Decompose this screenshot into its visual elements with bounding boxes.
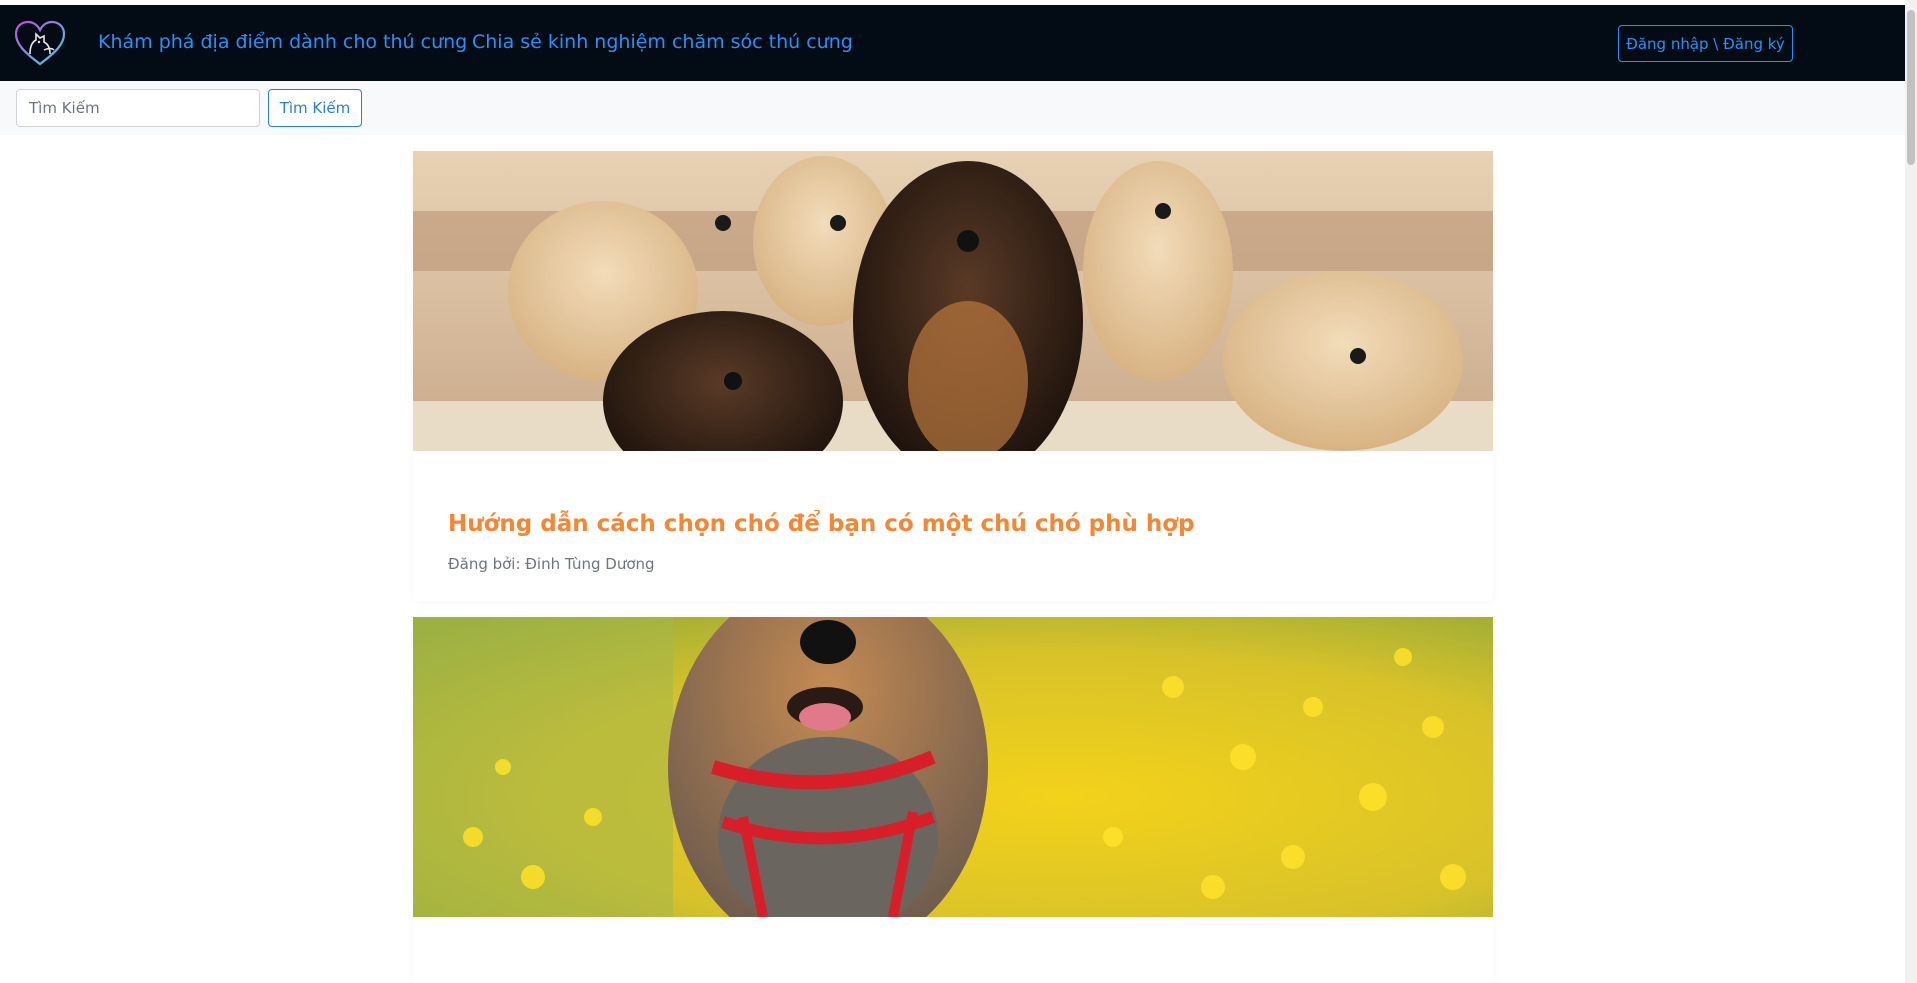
login-register-button[interactable]: Đăng nhập \ Đăng ký [1618, 25, 1793, 62]
page-scrollbar[interactable] [1905, 0, 1917, 983]
search-button[interactable]: Tìm Kiếm [268, 89, 362, 127]
terrier-photo [413, 617, 1493, 917]
post-card [413, 617, 1493, 983]
search-input[interactable] [16, 89, 260, 127]
nav-link-pet-care-tips[interactable]: Chia sẻ kinh nghiệm chăm sóc thú cưng [472, 31, 853, 53]
page: Khám phá địa điểm dành cho thú cưng Chia… [0, 0, 1917, 983]
search-bar: Tìm Kiếm [0, 81, 1905, 135]
post-image-puppies[interactable] [413, 151, 1493, 451]
scrollbar-thumb[interactable] [1907, 10, 1915, 165]
post-card: Hướng dẫn cách chọn chó để bạn có một ch… [413, 151, 1493, 601]
post-author: Đăng bởi: Đinh Tùng Dương [448, 555, 655, 573]
post-title[interactable]: Hướng dẫn cách chọn chó để bạn có một ch… [448, 511, 1195, 537]
nav-link-explore-places[interactable]: Khám phá địa điểm dành cho thú cưng [98, 31, 467, 53]
post-image-yorkshire-terrier[interactable] [413, 617, 1493, 917]
navbar: Khám phá địa điểm dành cho thú cưng Chia… [0, 5, 1905, 81]
puppies-photo [413, 151, 1493, 451]
pet-heart-logo-icon[interactable] [14, 20, 66, 68]
